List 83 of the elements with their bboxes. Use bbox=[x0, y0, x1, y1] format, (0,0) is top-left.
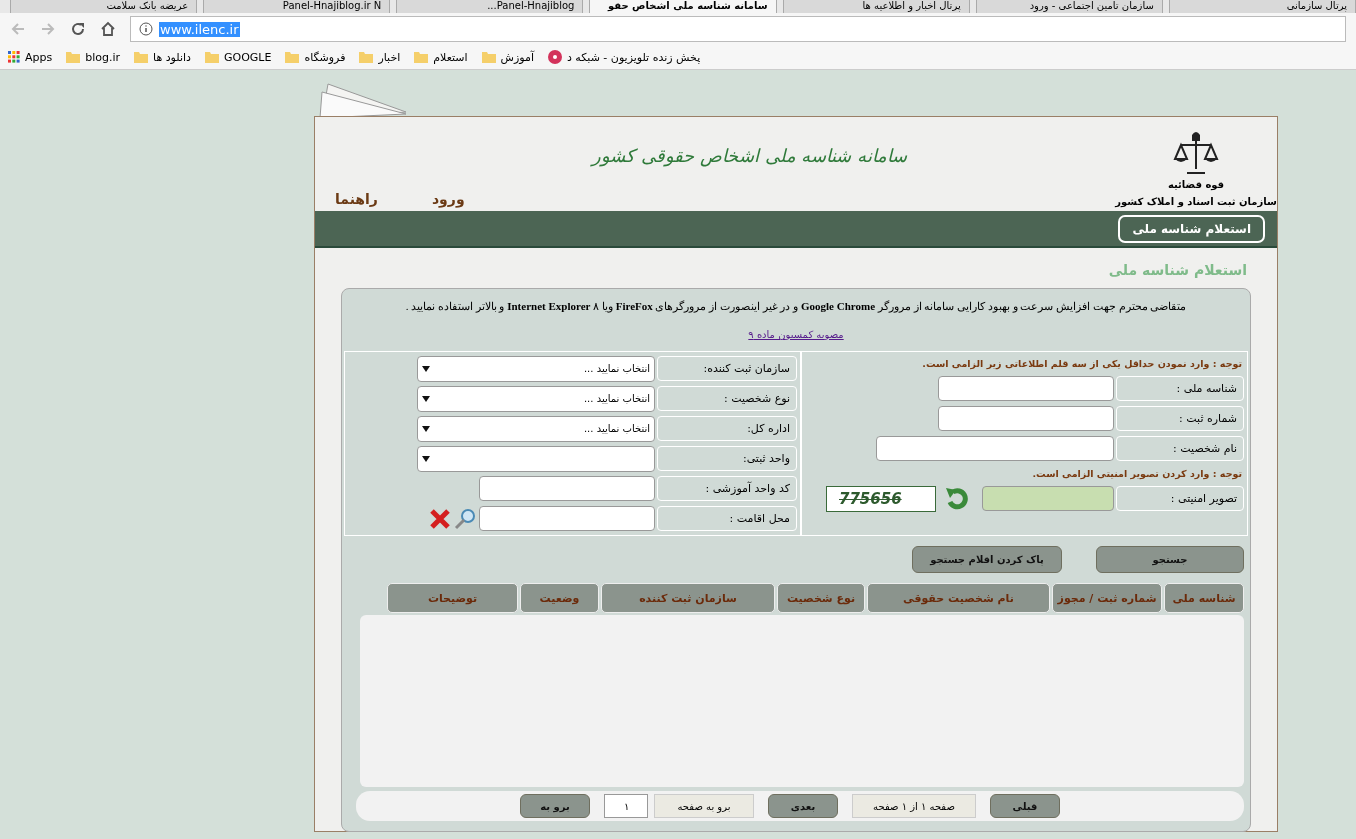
dropdown-arrow-icon bbox=[422, 395, 430, 402]
home-icon[interactable] bbox=[100, 21, 116, 37]
folder-icon bbox=[66, 51, 81, 63]
bookmark[interactable]: Apps bbox=[8, 50, 53, 64]
bookmark[interactable]: آموزش bbox=[481, 50, 534, 64]
emblem-caption: قوه قضائیه bbox=[1167, 179, 1225, 190]
folder-icon bbox=[134, 51, 149, 63]
action-button[interactable]: جستجو bbox=[1096, 546, 1244, 573]
dropdown[interactable]: انتخاب نمایید ... bbox=[417, 415, 655, 442]
dropdown[interactable] bbox=[417, 445, 655, 472]
field-label: شماره ثبت : bbox=[1116, 406, 1244, 431]
search-icon[interactable] bbox=[453, 506, 477, 531]
browser-tab[interactable]: پرتال سازمانی bbox=[1168, 0, 1356, 13]
field-label: نام شخصیت : bbox=[1116, 436, 1244, 461]
folder-icon bbox=[204, 51, 219, 63]
apps-grid-icon bbox=[8, 51, 20, 63]
info-icon[interactable] bbox=[139, 22, 153, 36]
reload-icon[interactable] bbox=[70, 21, 86, 37]
browser-tab[interactable]: Panel-Hnajiblog.ir N bbox=[203, 0, 391, 13]
column-header: توضیحات bbox=[387, 583, 518, 613]
browser-tab[interactable]: سامانه شناسه ملی اشخاص حقو bbox=[589, 0, 777, 13]
close-icon[interactable] bbox=[429, 507, 451, 530]
field-label: کد واحد آموزشی : bbox=[657, 476, 797, 501]
field-label: نوع شخصیت : bbox=[657, 386, 797, 411]
dropdown[interactable]: انتخاب نمایید ... bbox=[417, 355, 655, 382]
flower-icon bbox=[547, 50, 562, 64]
browser-tab[interactable]: سازمان تامین اجتماعی - ورود bbox=[975, 0, 1163, 13]
required-note: توجه : وارد نمودن حداقل یکی از سه قلم اطلاعاتی زیر الزامی است. bbox=[921, 357, 1243, 372]
browser-tab[interactable]: پرتال اخبار و اطلاعیه ها bbox=[782, 0, 970, 13]
field-label: تصویر امنیتی : bbox=[1116, 486, 1244, 511]
organization-name: سازمان ثبت اسناد و املاک کشور bbox=[1115, 196, 1277, 207]
input-field[interactable] bbox=[479, 476, 655, 501]
input-field[interactable] bbox=[876, 436, 1114, 461]
go-button[interactable]: برو به bbox=[520, 794, 590, 818]
site-title: سامانه شناسه ملی اشخاص حقوقی کشور bbox=[592, 145, 907, 166]
folder-icon bbox=[481, 51, 496, 63]
column-header: شماره ثبت / مجوز bbox=[1052, 583, 1162, 613]
dropdown-arrow-icon bbox=[422, 425, 430, 432]
input-field[interactable] bbox=[938, 376, 1114, 401]
bookmark[interactable]: فروشگاه bbox=[285, 50, 346, 64]
field-label: واحد ثبتی: bbox=[657, 446, 797, 471]
commission-link[interactable]: مصوبه کمسیون ماده ۹ bbox=[748, 329, 844, 340]
bookmark[interactable]: دانلود ها bbox=[134, 50, 191, 64]
field-label: شناسه ملی : bbox=[1116, 376, 1244, 401]
input-field[interactable] bbox=[479, 506, 655, 531]
column-header: سازمان ثبت کننده bbox=[601, 583, 775, 613]
nav-link[interactable]: راهنما bbox=[335, 191, 378, 207]
bookmark[interactable]: استعلام bbox=[414, 50, 468, 64]
column-header: شناسه ملی bbox=[1164, 583, 1244, 613]
column-header: وضعیت bbox=[520, 583, 599, 613]
page-number-field[interactable]: ۱ bbox=[604, 794, 648, 818]
captcha-field[interactable] bbox=[982, 486, 1114, 511]
forward-icon[interactable] bbox=[40, 21, 56, 37]
previous-button[interactable]: قبلی bbox=[990, 794, 1060, 818]
captcha-note: توجه : وارد کردن تصویر امنیتی الزامی است. bbox=[1031, 467, 1243, 482]
field-label: محل اقامت : bbox=[657, 506, 797, 531]
bookmark[interactable]: پخش زنده تلویزیون - شبکه د bbox=[547, 50, 701, 64]
bookmark[interactable]: blog.ir bbox=[66, 50, 121, 64]
back-icon[interactable] bbox=[10, 21, 26, 37]
next-button[interactable]: بعدی bbox=[768, 794, 838, 818]
captcha-image: 775656 bbox=[826, 485, 936, 512]
url-text: www.ilenc.ir bbox=[159, 21, 240, 37]
menu-tab[interactable]: استعلام شناسه ملی bbox=[1118, 214, 1265, 243]
browser-tab[interactable]: Panel-Hnajiblog... bbox=[396, 0, 584, 13]
dropdown[interactable]: انتخاب نمایید ... bbox=[417, 385, 655, 412]
column-header: نام شخصیت حقوقی bbox=[867, 583, 1050, 613]
folder-icon bbox=[359, 51, 374, 63]
bookmark[interactable]: GOOGLE bbox=[204, 50, 272, 64]
page-title: استعلام شناسه ملی bbox=[1107, 261, 1248, 280]
field-label: سازمان ثبت کننده: bbox=[657, 356, 797, 381]
column-header: نوع شخصیت bbox=[777, 583, 865, 613]
dropdown-arrow-icon bbox=[422, 455, 430, 462]
dropdown-arrow-icon bbox=[422, 365, 430, 372]
folder-icon bbox=[285, 51, 300, 63]
field-label: اداره کل: bbox=[657, 416, 797, 441]
nav-link[interactable]: ورود bbox=[431, 191, 465, 207]
action-button[interactable]: پاک کردن اقلام جستجو bbox=[912, 546, 1062, 573]
goto-label: برو به صفحه bbox=[654, 794, 754, 818]
browser-tab[interactable]: عریضه بانک سلامت bbox=[10, 0, 198, 13]
page-info: صفحه ۱ از ۱ صفحه bbox=[852, 794, 976, 818]
bookmark[interactable]: اخبار bbox=[359, 50, 401, 64]
folder-icon bbox=[414, 51, 429, 63]
input-field[interactable] bbox=[938, 406, 1114, 431]
